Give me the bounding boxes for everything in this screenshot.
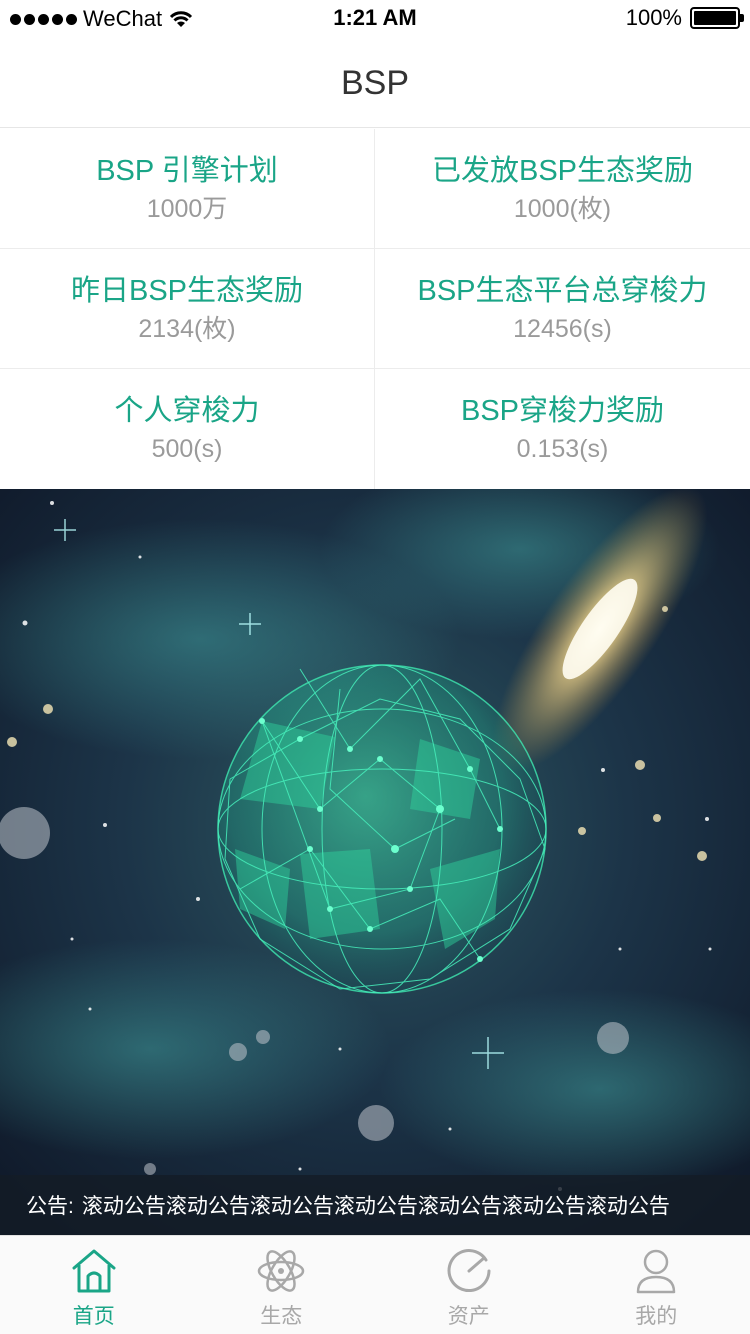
stat-label: 已发放BSP生态奖励 [431, 154, 694, 187]
atom-icon [258, 1250, 305, 1292]
tab-label: 首页 [72, 1305, 115, 1328]
stat-label: BSP穿梭力奖励 [460, 395, 665, 427]
status-bar: WeChat 1:21 AM 100% [0, 0, 750, 40]
tab-assets[interactable]: 资产 [375, 1236, 563, 1334]
tab-bar: 首页 生态 资产 我的 [0, 1235, 750, 1334]
stat-personal-shuttle-power[interactable]: 个人穿梭力 500(s) [0, 369, 375, 489]
stats-grid: BSP 引擎计划 1000万 已发放BSP生态奖励 1000(枚) 昨日BSP生… [0, 129, 750, 489]
stat-label: BSP 引擎计划 [96, 154, 278, 187]
tab-ecosystem[interactable]: 生态 [188, 1236, 376, 1334]
assets-icon [447, 1249, 491, 1292]
stat-value: 0.153(s) [516, 435, 609, 463]
notice-text: 滚动公告滚动公告滚动公告滚动公告滚动公告滚动公告滚动公告 [81, 1195, 670, 1218]
stat-yesterday-rewards[interactable]: 昨日BSP生态奖励 2134(枚) [0, 249, 375, 369]
battery-icon [690, 7, 744, 29]
stat-value: 12456(s) [513, 314, 612, 343]
tab-label: 资产 [447, 1305, 490, 1328]
notice-ticker[interactable]: 公告: 滚动公告滚动公告滚动公告滚动公告滚动公告滚动公告滚动公告 [0, 1175, 750, 1235]
stat-engine-plan[interactable]: BSP 引擎计划 1000万 [0, 129, 375, 249]
page-title: BSP [340, 64, 410, 102]
home-icon [72, 1249, 116, 1293]
space-globe-illustration [0, 489, 750, 1235]
stat-platform-shuttle-power[interactable]: BSP生态平台总穿梭力 12456(s) [375, 249, 750, 369]
stat-value: 1000万 [146, 194, 228, 223]
stat-label: BSP生态平台总穿梭力 [417, 274, 708, 307]
stat-issued-rewards[interactable]: 已发放BSP生态奖励 1000(枚) [375, 129, 750, 249]
hero-banner [0, 489, 750, 1235]
tab-label: 我的 [635, 1305, 678, 1328]
stat-shuttle-power-reward[interactable]: BSP穿梭力奖励 0.153(s) [375, 369, 750, 489]
battery-percent: 100% [625, 5, 682, 30]
globe-icon [217, 664, 547, 994]
status-battery-group: 100% [625, 5, 744, 31]
stat-value: 500(s) [151, 435, 223, 463]
stat-value: 1000(枚) [513, 194, 612, 223]
profile-icon [637, 1249, 676, 1294]
stat-label: 个人穿梭力 [114, 395, 260, 427]
stat-value: 2134(枚) [138, 314, 236, 343]
tab-profile[interactable]: 我的 [563, 1236, 750, 1334]
nav-bar: BSP [0, 40, 750, 128]
stat-label: 昨日BSP生态奖励 [70, 274, 304, 307]
notice-prefix: 公告: [26, 1195, 74, 1218]
tab-home[interactable]: 首页 [0, 1236, 188, 1334]
tab-label: 生态 [260, 1305, 303, 1328]
